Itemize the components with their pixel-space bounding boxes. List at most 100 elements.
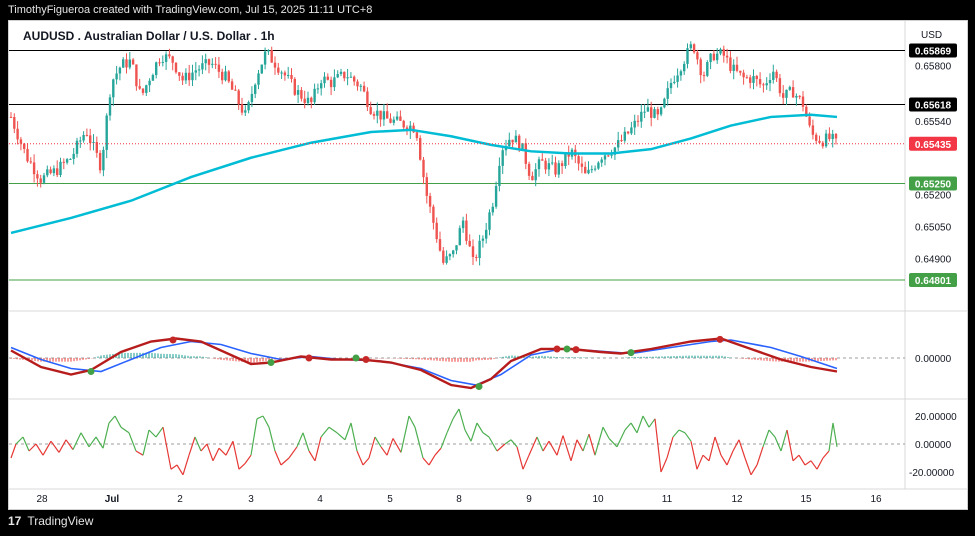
candle-body [359,85,362,87]
candle-body [128,59,131,68]
candle-body [254,84,257,94]
macd-histogram-bar [661,356,663,358]
candle-body [524,143,527,164]
candle-body [488,212,491,230]
macd-histogram-bar [454,358,456,362]
candle-body [211,63,214,65]
osc-segment [356,450,364,466]
macd-histogram-bar [415,358,417,360]
candle-body [313,88,316,103]
osc-segment [380,446,388,456]
candle-body [828,133,831,140]
candle-body [455,245,458,251]
macd-histogram-bar [67,358,69,362]
osc-segment [182,455,190,475]
candle-body [722,49,725,56]
macd-histogram-bar [451,358,453,362]
candle-body [610,154,613,156]
osc-segment [308,450,316,462]
macd-histogram-bar [412,358,414,360]
candle-body [118,67,122,74]
candle-body [98,152,102,171]
macd-histogram-bar [823,358,825,361]
osc-segment [155,426,164,438]
macd-histogram-bar [628,357,630,358]
candle-body [534,169,537,181]
osc-segment [108,415,116,424]
chart-title: AUDUSD . Australian Dollar / U.S. Dollar… [23,29,275,43]
osc-segment [244,454,252,464]
candle-body [646,107,650,112]
candle-body [402,120,405,128]
candle-body [293,78,296,95]
macd-histogram-bar [772,358,774,362]
candle-body [593,168,597,170]
osc-segment [470,422,478,442]
candle-body [712,53,716,61]
macd-cross-up-marker [627,349,635,357]
chart-panel[interactable]: AUDUSD . Australian Dollar / U.S. Dollar… [8,20,968,510]
osc-segment [576,439,584,452]
osc-segment [218,447,227,456]
candle-body [461,220,465,229]
macd-line [10,337,838,390]
macd-cross-down-marker [716,335,724,343]
osc-segment [225,440,234,456]
macd-histogram-bar [574,357,576,358]
macd-histogram-bar [175,354,177,358]
candle-body [164,54,168,62]
candle-body [478,240,481,259]
candle-body [428,195,432,207]
osc-segment [798,454,806,466]
candle-body [765,83,768,86]
macd-histogram-bar [754,358,756,360]
candle-body [560,163,564,167]
osc-segment [528,436,538,456]
macd-histogram-bar [457,358,459,362]
osc-segment [302,432,310,452]
macd-histogram-bar [154,353,156,358]
candle-body [788,87,791,90]
candle-body [716,53,719,61]
macd-histogram-bar [673,356,675,358]
candle-body [343,71,346,79]
macd-histogram-bar [406,358,408,359]
macd-histogram-bar [250,358,252,363]
candle-body [62,161,65,163]
macd-histogram-bar [493,358,495,359]
osc-segment [120,426,130,434]
candle-body [376,110,379,116]
candle-body [379,110,382,120]
candle-body [508,139,511,147]
macd-histogram-bar [181,354,183,358]
osc-segment [510,439,518,448]
macd-histogram-bar [664,356,666,358]
candle-body [168,54,171,57]
macd-histogram-bar [796,358,798,362]
macd-histogram-bar [631,356,633,358]
candle-body [250,93,254,103]
candle-body [686,48,689,64]
macd-histogram-bar [535,356,537,358]
footer-brand-text: TradingView [27,514,94,528]
candle-body [732,64,735,71]
macd-cross-up-marker [475,383,483,390]
macd-histogram-bar [709,355,711,358]
chart-svg[interactable]: AUDUSD . Australian Dollar / U.S. Dollar… [9,21,967,509]
osc-segment [238,463,246,470]
candle-body [494,186,498,207]
osc-tick-20.00000: 20.00000 [915,412,957,423]
candle-body [491,206,494,213]
candle-body [151,74,155,81]
macd-histogram-bar [466,358,468,362]
candle-body [395,116,399,120]
level-label-0.65869: 0.65869 [915,47,952,58]
osc-segment [562,435,572,461]
candle-body [131,59,135,65]
macd-histogram-bar [580,357,582,358]
candle-body [326,76,329,80]
candle-body [392,119,395,123]
macd-histogram-bar [487,358,489,360]
macd-histogram-bar [682,355,684,358]
candle-body [485,229,488,239]
